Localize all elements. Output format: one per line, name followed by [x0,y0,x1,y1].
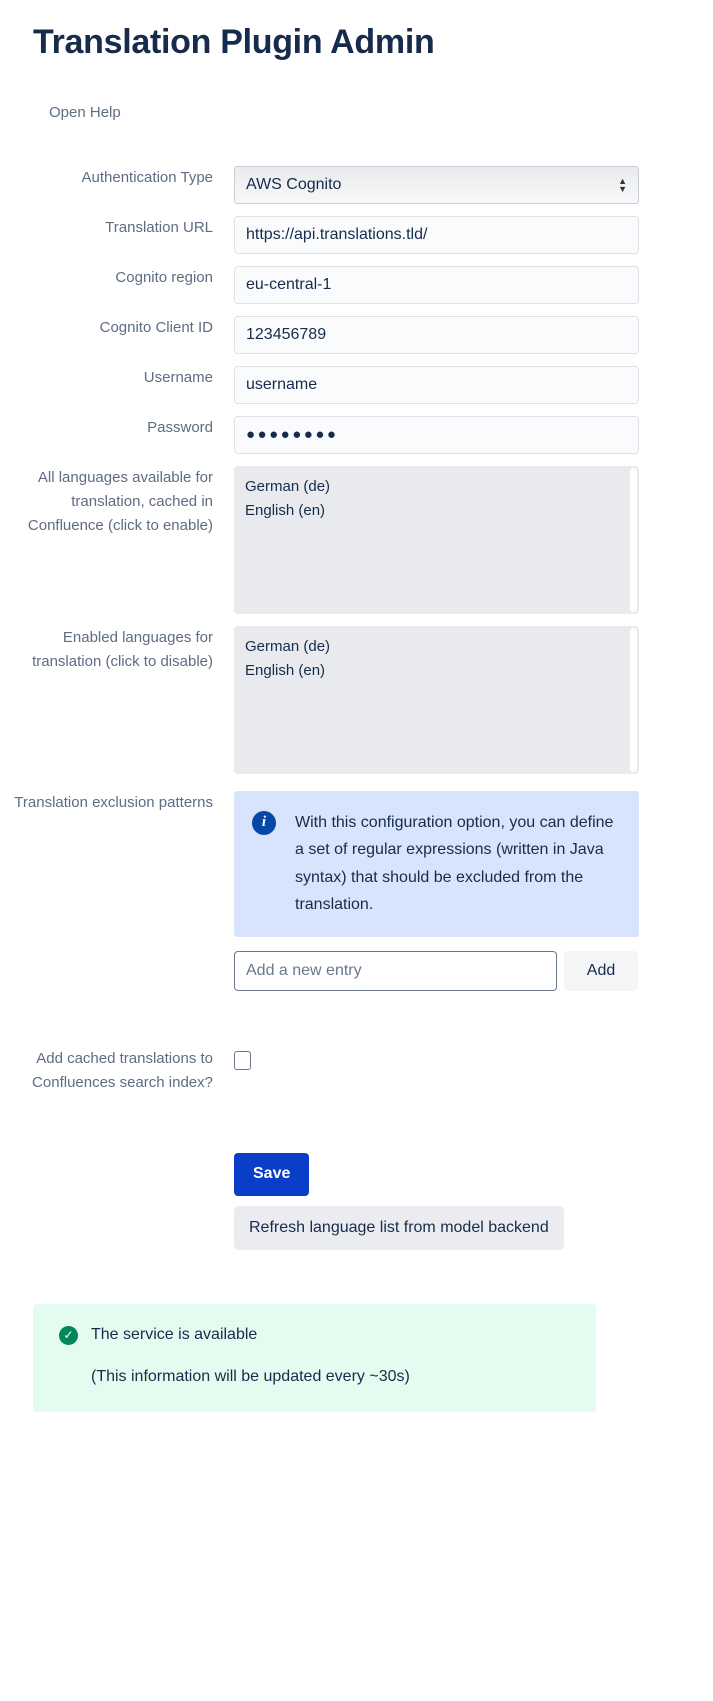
save-button[interactable]: Save [234,1152,310,1196]
field-row-cognito-region: Cognito region [0,265,713,304]
enabled-languages-listbox[interactable]: German (de) English (en) [234,625,639,774]
all-languages-listbox[interactable]: German (de) English (en) [234,465,639,614]
translation-url-input[interactable] [234,215,639,254]
check-circle-icon: ✓ [59,1325,78,1345]
service-status-panel: ✓ The service is available (This informa… [33,1303,596,1412]
control-search-index [213,1047,713,1070]
label-auth-type: Authentication Type [81,168,213,186]
exclusion-info-text: With this configuration option, you can … [295,813,614,914]
auth-type-selected-value: AWS Cognito [246,175,342,193]
select-arrows-icon: ▲ ▼ [618,175,627,194]
exclusion-info-panel: i With this configuration option, you ca… [234,790,639,937]
auth-type-select[interactable]: AWS Cognito ▲ ▼ [234,165,639,204]
control-translation-url [213,215,713,254]
status-primary-line: ✓ The service is available [59,1325,570,1345]
control-password: ●●●●●●●● [213,415,713,454]
field-row-cognito-client-id: Cognito Client ID [0,315,713,354]
list-item[interactable]: German (de) [245,635,639,659]
exclusion-entry-row: Add [234,950,713,991]
label-exclusion-patterns: Translation exclusion patterns [14,793,213,811]
label-translation-url: Translation URL [105,218,213,236]
label-enabled-languages: Enabled languages for translation (click… [32,628,213,670]
status-note: (This information will be updated every … [91,1367,410,1385]
actions-row: Save Refresh language list from model ba… [0,1152,713,1250]
info-icon: i [252,810,276,835]
control-auth-type: AWS Cognito ▲ ▼ [213,165,713,204]
label-all-languages: All languages available for translation,… [27,468,213,534]
field-row-username: Username [0,365,713,404]
enabled-languages-scrollbar[interactable] [630,627,637,772]
list-item[interactable]: German (de) [245,475,639,499]
open-help-link[interactable]: Open Help [0,104,121,121]
label-password: Password [147,418,213,436]
field-row-auth-type: Authentication Type AWS Cognito ▲ ▼ [0,165,713,204]
label-search-index: Add cached translations to Confluences s… [32,1049,213,1091]
control-cognito-region [213,265,713,304]
control-cognito-client-id [213,315,713,354]
field-row-password: Password ●●●●●●●● [0,415,713,454]
cognito-region-input[interactable] [234,265,639,304]
settings-form: Authentication Type AWS Cognito ▲ ▼ Trans… [0,165,713,1250]
actions-controls: Save Refresh language list from model ba… [213,1152,713,1250]
control-all-languages: German (de) English (en) [213,465,713,614]
field-row-exclusion-patterns: Translation exclusion patterns i With th… [0,790,713,991]
control-enabled-languages: German (de) English (en) [213,625,713,774]
username-input[interactable] [234,365,639,404]
label-cognito-region: Cognito region [115,268,213,286]
password-input[interactable]: ●●●●●●●● [234,415,639,454]
field-row-search-index: Add cached translations to Confluences s… [0,1047,713,1095]
status-message: The service is available [91,1326,258,1344]
control-exclusion-patterns: i With this configuration option, you ca… [213,790,713,991]
label-cognito-client-id: Cognito Client ID [99,318,213,336]
list-item[interactable]: English (en) [245,499,639,523]
field-row-all-languages: All languages available for translation,… [0,465,713,614]
admin-page: Translation Plugin Admin Open Help Authe… [0,0,713,1412]
all-languages-scrollbar[interactable] [630,467,637,612]
add-entry-button[interactable]: Add [564,950,638,991]
list-item[interactable]: English (en) [245,659,639,683]
refresh-language-list-button[interactable]: Refresh language list from model backend [234,1205,564,1250]
control-username [213,365,713,404]
field-row-enabled-languages: Enabled languages for translation (click… [0,625,713,774]
search-index-checkbox[interactable] [234,1050,251,1070]
page-title: Translation Plugin Admin [33,23,435,61]
exclusion-entry-input[interactable] [234,950,557,991]
field-row-translation-url: Translation URL [0,215,713,254]
cognito-client-id-input[interactable] [234,315,639,354]
label-username: Username [143,368,213,386]
